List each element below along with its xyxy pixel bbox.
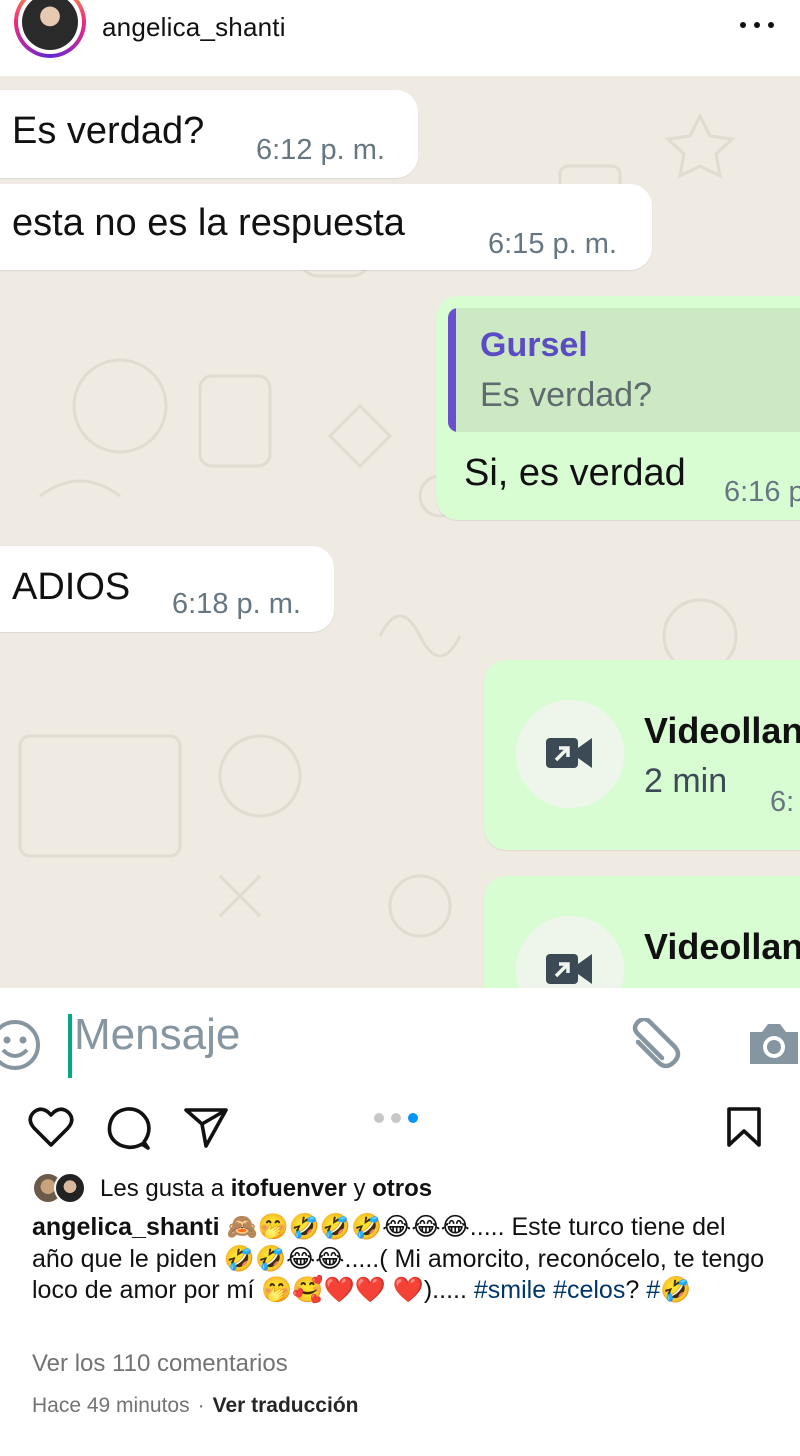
hashtag[interactable]: #🤣 (646, 1276, 691, 1304)
comment-icon[interactable] (106, 1106, 152, 1152)
quote-text: Es verdad? (480, 376, 652, 414)
post-header: angelica_shanti (0, 0, 800, 76)
view-comments-link[interactable]: Ver los 110 comentarios (32, 1350, 288, 1378)
quote-author: Gursel (480, 326, 588, 364)
separator: · (197, 1394, 205, 1417)
carousel-dot (391, 1113, 401, 1123)
message-text: Si, es verdad (464, 452, 686, 494)
chat-screenshot: Es verdad? 6:12 p. m. esta no es la resp… (0, 76, 800, 988)
video-call-message[interactable]: Videollan 2 min 6: (484, 660, 800, 850)
incoming-message: ADIOS 6:18 p. m. (0, 546, 334, 632)
attach-icon[interactable] (628, 1018, 686, 1074)
video-call-message[interactable]: Videollan (484, 876, 800, 988)
call-duration: 2 min (644, 762, 728, 800)
carousel-dot (374, 1113, 384, 1123)
likes-row: Les gusta a itofuenver y otros (32, 1172, 792, 1206)
post-username[interactable]: angelica_shanti (102, 12, 286, 43)
bookmark-icon[interactable] (726, 1106, 762, 1148)
story-avatar[interactable] (12, 0, 88, 62)
outgoing-reply-message: Gursel Es verdad? Si, es verdad 6:16 p (436, 296, 800, 520)
quoted-message[interactable]: Gursel Es verdad? (448, 308, 800, 432)
message-text: ADIOS (12, 566, 131, 608)
post-time: Hace 49 minutos (32, 1394, 190, 1417)
call-title: Videollan (644, 710, 800, 751)
message-text: esta no es la respuesta (12, 202, 405, 244)
translate-link[interactable]: Ver traducción (213, 1394, 359, 1417)
message-composer: Mensaje (0, 988, 800, 1096)
message-time: 6:15 p. m. (488, 228, 617, 260)
more-horizontal-icon[interactable] (740, 18, 774, 32)
liker-avatar (54, 1172, 86, 1204)
message-text: Es verdad? (12, 110, 205, 152)
message-time: 6:16 p (724, 476, 800, 508)
incoming-message: esta no es la respuesta 6:15 p. m. (0, 184, 652, 270)
hashtag[interactable]: #smile (474, 1276, 546, 1304)
incoming-message: Es verdad? 6:12 p. m. (0, 90, 418, 178)
message-input[interactable]: Mensaje (74, 1010, 240, 1060)
likes-text[interactable]: Les gusta a itofuenver y otros (100, 1175, 432, 1203)
post-meta: Hace 49 minutos · Ver traducción (32, 1394, 358, 1418)
text-cursor (68, 1014, 72, 1078)
post-caption: angelica_shanti 🙈🤭🤣🤣🤣😂😂😂..... Este turco… (32, 1212, 772, 1307)
caption-text: ? (625, 1276, 647, 1304)
call-title: Videollan (644, 926, 800, 967)
caption-username[interactable]: angelica_shanti (32, 1213, 220, 1241)
video-call-icon (546, 738, 592, 768)
carousel-dot-active (408, 1113, 418, 1123)
share-icon[interactable] (184, 1106, 228, 1148)
post-actions (0, 1096, 800, 1162)
carousel-indicator (374, 1113, 418, 1123)
message-time: 6:12 p. m. (256, 134, 385, 166)
camera-icon[interactable] (746, 1020, 800, 1068)
message-time: 6:18 p. m. (172, 588, 301, 620)
video-call-icon (546, 954, 592, 984)
heart-icon[interactable] (28, 1106, 74, 1148)
message-time: 6: (770, 786, 795, 818)
hashtag[interactable]: #celos (553, 1276, 625, 1304)
quote-bar (448, 308, 456, 432)
emoji-icon[interactable] (0, 1018, 42, 1072)
